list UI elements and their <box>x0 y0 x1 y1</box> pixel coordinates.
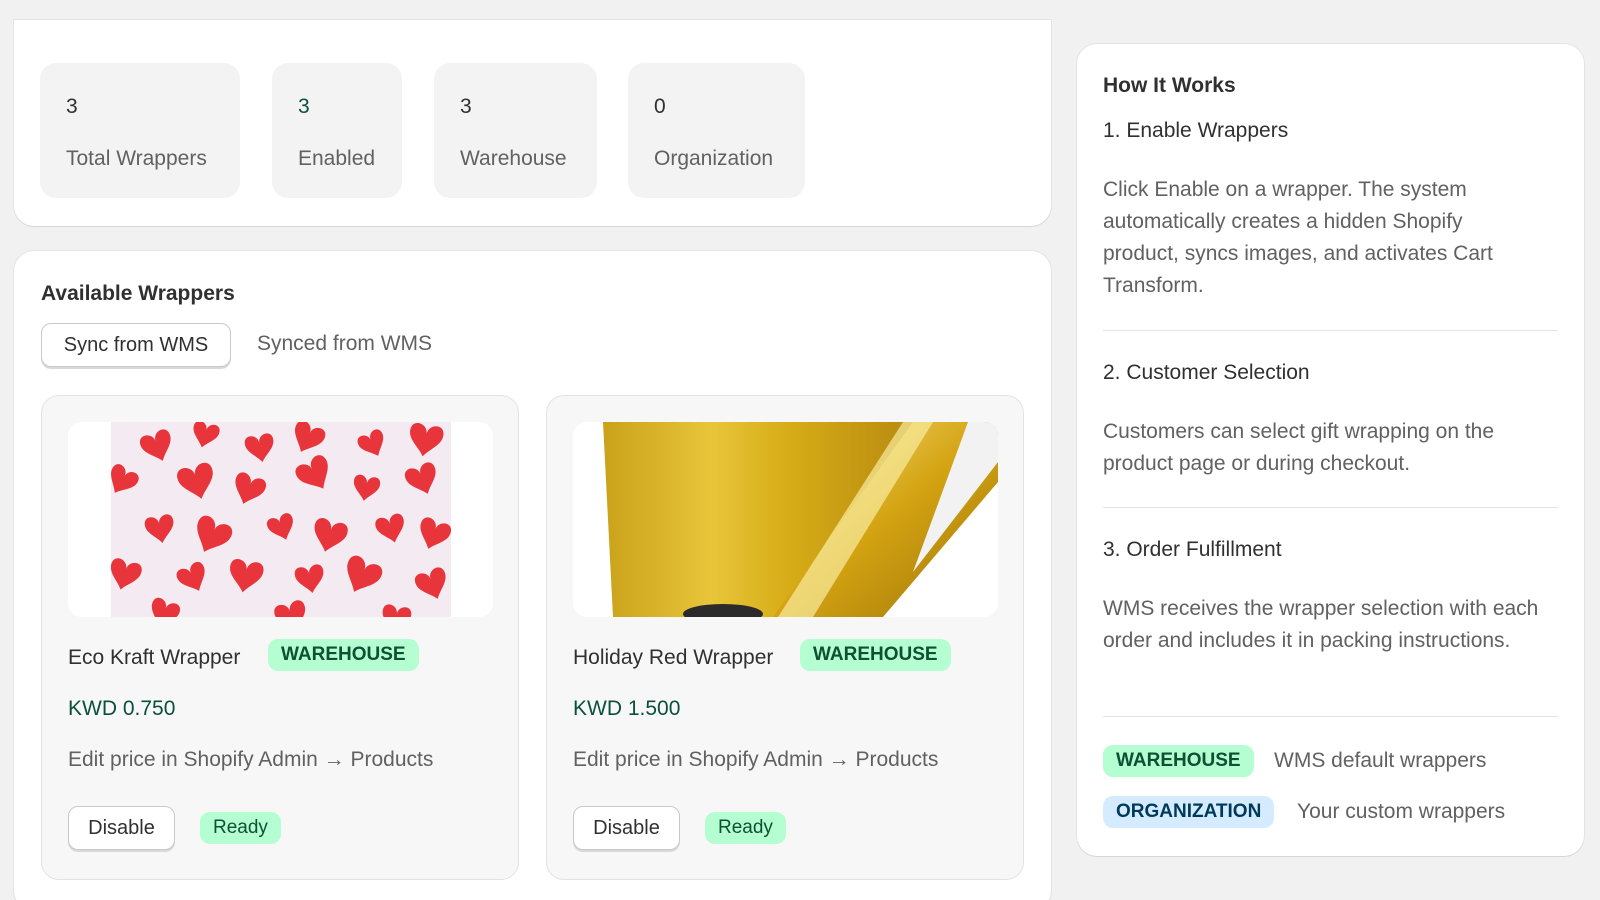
stat-value: 3 <box>66 95 78 118</box>
ready-status-badge: Ready <box>200 812 281 844</box>
available-wrappers-card: Available Wrappers Sync from WMS Synced … <box>14 251 1051 900</box>
warehouse-badge: WAREHOUSE <box>800 639 951 671</box>
wrapper-card: Holiday Red Wrapper WAREHOUSE KWD 1.500 … <box>546 395 1024 880</box>
wrapper-image-hearts <box>68 422 493 617</box>
wrapper-price: KWD 0.750 <box>68 697 176 720</box>
stat-warehouse: 3 Warehouse <box>434 63 597 198</box>
legend-warehouse-badge: WAREHOUSE <box>1103 745 1254 777</box>
edit-price-note: Edit price in Shopify Admin → Products <box>68 748 434 771</box>
sync-from-wms-button[interactable]: Sync from WMS <box>41 323 231 367</box>
step-description: WMS receives the wrapper selection with … <box>1103 597 1539 652</box>
how-it-works-title: How It Works <box>1103 74 1236 97</box>
divider <box>1103 716 1558 717</box>
synced-status-label: Synced from WMS <box>257 332 433 355</box>
stat-value: 0 <box>654 95 666 118</box>
wrapper-name: Holiday Red Wrapper <box>573 646 774 669</box>
wrapper-image-gold-foil <box>573 422 998 617</box>
step-title: 1. Enable Wrappers <box>1103 119 1289 142</box>
ready-status-badge: Ready <box>705 812 786 844</box>
legend-warehouse-text: WMS default wrappers <box>1274 749 1487 772</box>
wrapper-card: Eco Kraft Wrapper WAREHOUSE KWD 0.750 Ed… <box>41 395 519 880</box>
stat-label: Enabled <box>298 147 376 170</box>
disable-button[interactable]: Disable <box>68 806 175 850</box>
legend-organization-text: Your custom wrappers <box>1297 800 1506 823</box>
stat-enabled: 3 Enabled <box>272 63 402 198</box>
gold-foil-roll-image <box>573 422 998 617</box>
step-title: 2. Customer Selection <box>1103 361 1310 384</box>
section-title: Available Wrappers <box>41 282 235 305</box>
stat-value: 3 <box>460 95 472 118</box>
stat-label: Total Wrappers <box>66 147 207 170</box>
step-description: Click Enable on a wrapper. The system au… <box>1103 178 1493 297</box>
step-description: Customers can select gift wrapping on th… <box>1103 420 1495 475</box>
wrapper-price: KWD 1.500 <box>573 697 681 720</box>
step-title: 3. Order Fulfillment <box>1103 538 1282 561</box>
disable-button[interactable]: Disable <box>573 806 680 850</box>
stats-card: 3 Total Wrappers 3 Enabled 3 Warehouse 0… <box>14 20 1051 226</box>
stat-label: Organization <box>654 147 774 170</box>
divider <box>1103 330 1558 331</box>
warehouse-badge: WAREHOUSE <box>268 639 419 671</box>
divider <box>1103 507 1558 508</box>
how-it-works-card: How It Works 1. Enable Wrappers Click En… <box>1077 44 1584 856</box>
stat-label: Warehouse <box>460 147 567 170</box>
red-hearts-pattern-image <box>68 422 493 617</box>
edit-price-note: Edit price in Shopify Admin → Products <box>573 748 939 771</box>
stat-total-wrappers: 3 Total Wrappers <box>40 63 240 198</box>
stat-organization: 0 Organization <box>628 63 805 198</box>
wrapper-name: Eco Kraft Wrapper <box>68 646 241 669</box>
stat-value: 3 <box>298 95 310 118</box>
legend-organization-badge: ORGANIZATION <box>1103 796 1275 828</box>
